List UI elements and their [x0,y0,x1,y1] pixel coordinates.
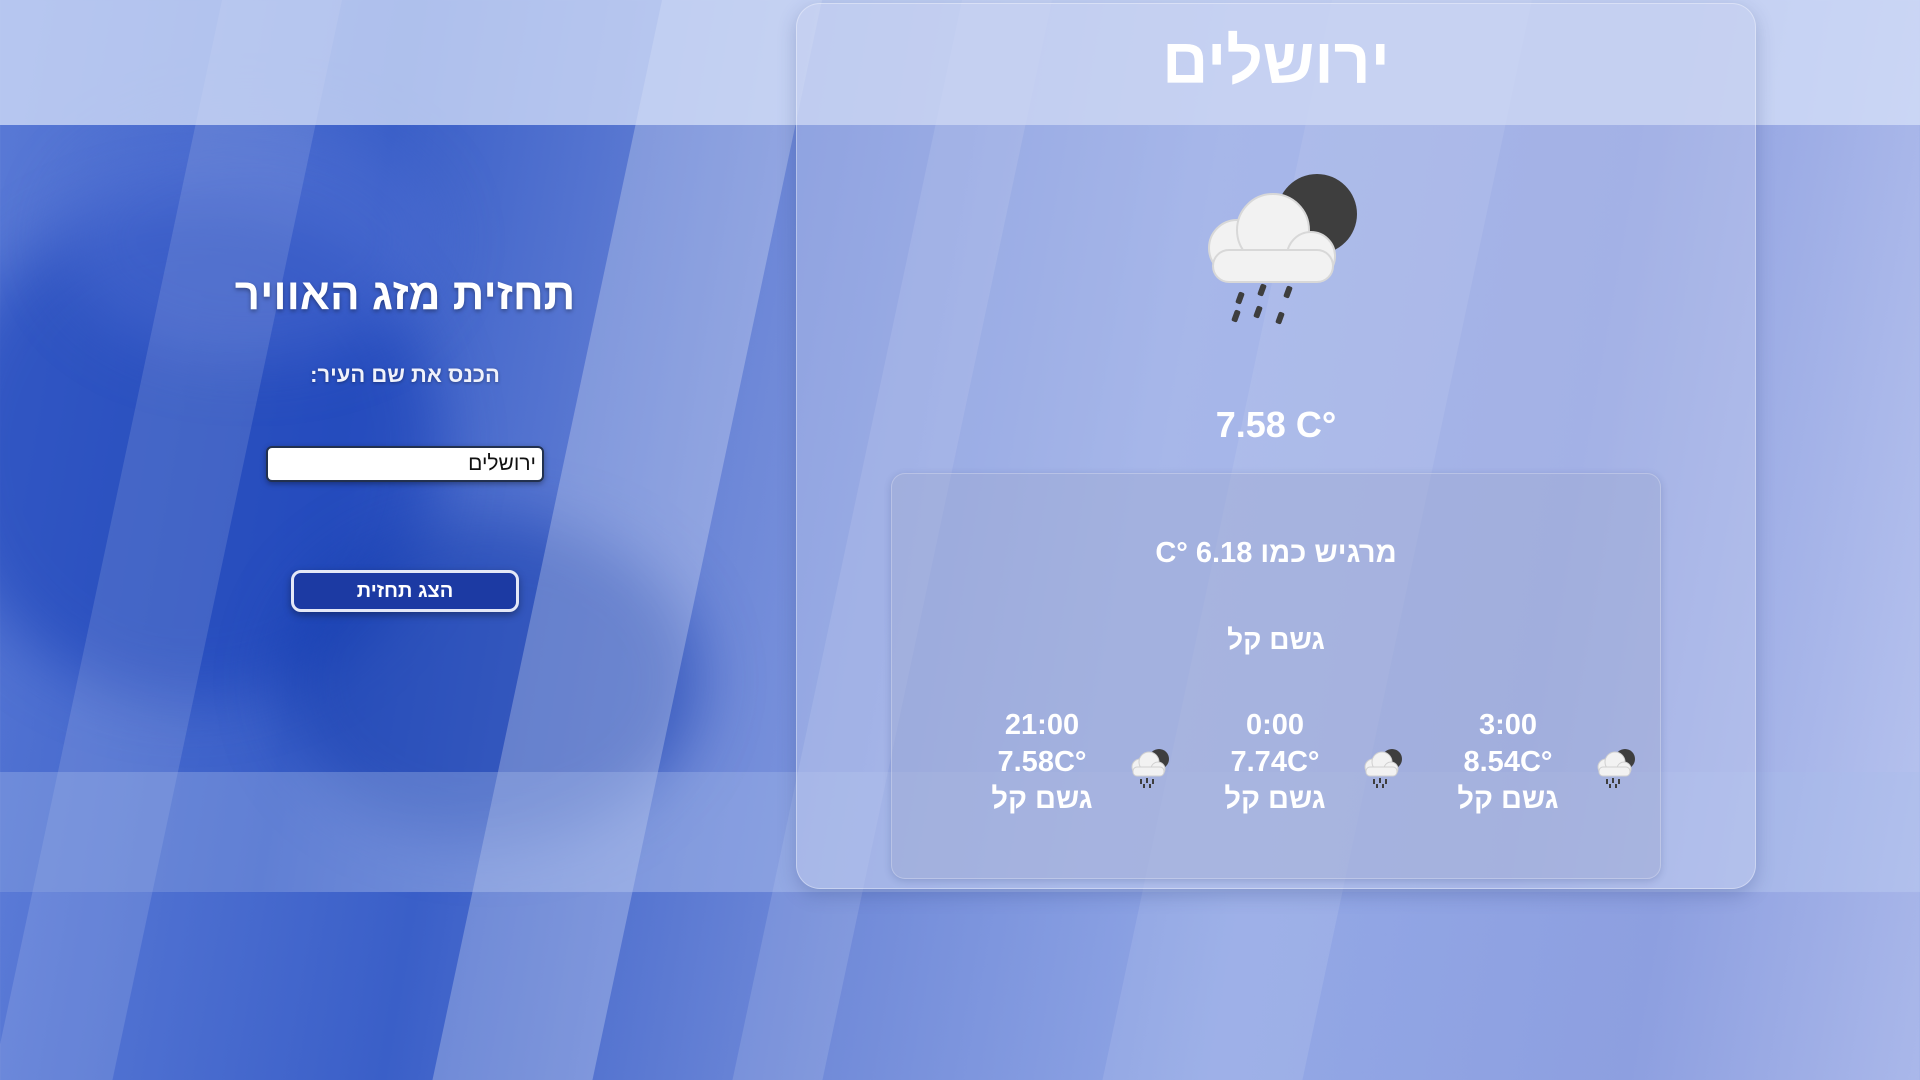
rain-cloud-moon-icon [1131,749,1169,788]
forecast-temperature: 8.54C° [1463,746,1553,778]
forecast-temperature: 7.74C° [1230,746,1320,778]
forecast-time: 3:00 [1478,709,1538,741]
rain-cloud-moon-icon [1597,749,1635,788]
forecast-item: 3:00 8.54C° גשם קל [1398,707,1635,827]
city-title: ירושלים [1162,25,1390,97]
form-title: תחזית מזג האוויר [234,270,576,319]
forecast-item: 0:00 7.74C° גשם קל [1165,707,1402,827]
search-form: תחזית מזג האוויר הכנס את שם העיר: הצג תח… [200,270,610,612]
forecast-description: גשם קל [1224,783,1326,815]
details-box: מרגיש כמו C° 6.18 גשם קל 3:00 8.54C° גשם… [891,473,1661,879]
feels-like: מרגיש כמו C° 6.18 [1155,537,1397,569]
forecast-list: 3:00 8.54C° גשם קל 0:00 7.74C° גשם קל 21… [932,707,1635,827]
current-temperature: 7.58 C° [1215,404,1337,445]
forecast-description: גשם קל [991,783,1093,815]
forecast-time: 0:00 [1245,709,1305,741]
weather-card: ירושלים 7.58 C° מרגיש כמו C° 6.18 גשם קל [796,3,1756,889]
weather-description: גשם קל [1227,624,1325,655]
forecast-temperature: 7.58C° [997,746,1087,778]
forecast-item: 21:00 7.58C° גשם קל [932,707,1169,827]
show-forecast-button[interactable]: הצג תחזית [291,570,519,612]
forecast-description: גשם קל [1457,783,1559,815]
rain-cloud-moon-icon [1208,174,1357,325]
forecast-time: 21:00 [1004,709,1080,741]
city-input-label: הכנס את שם העיר: [310,362,500,387]
rain-cloud-moon-icon [1364,749,1402,788]
city-input[interactable] [266,446,544,482]
